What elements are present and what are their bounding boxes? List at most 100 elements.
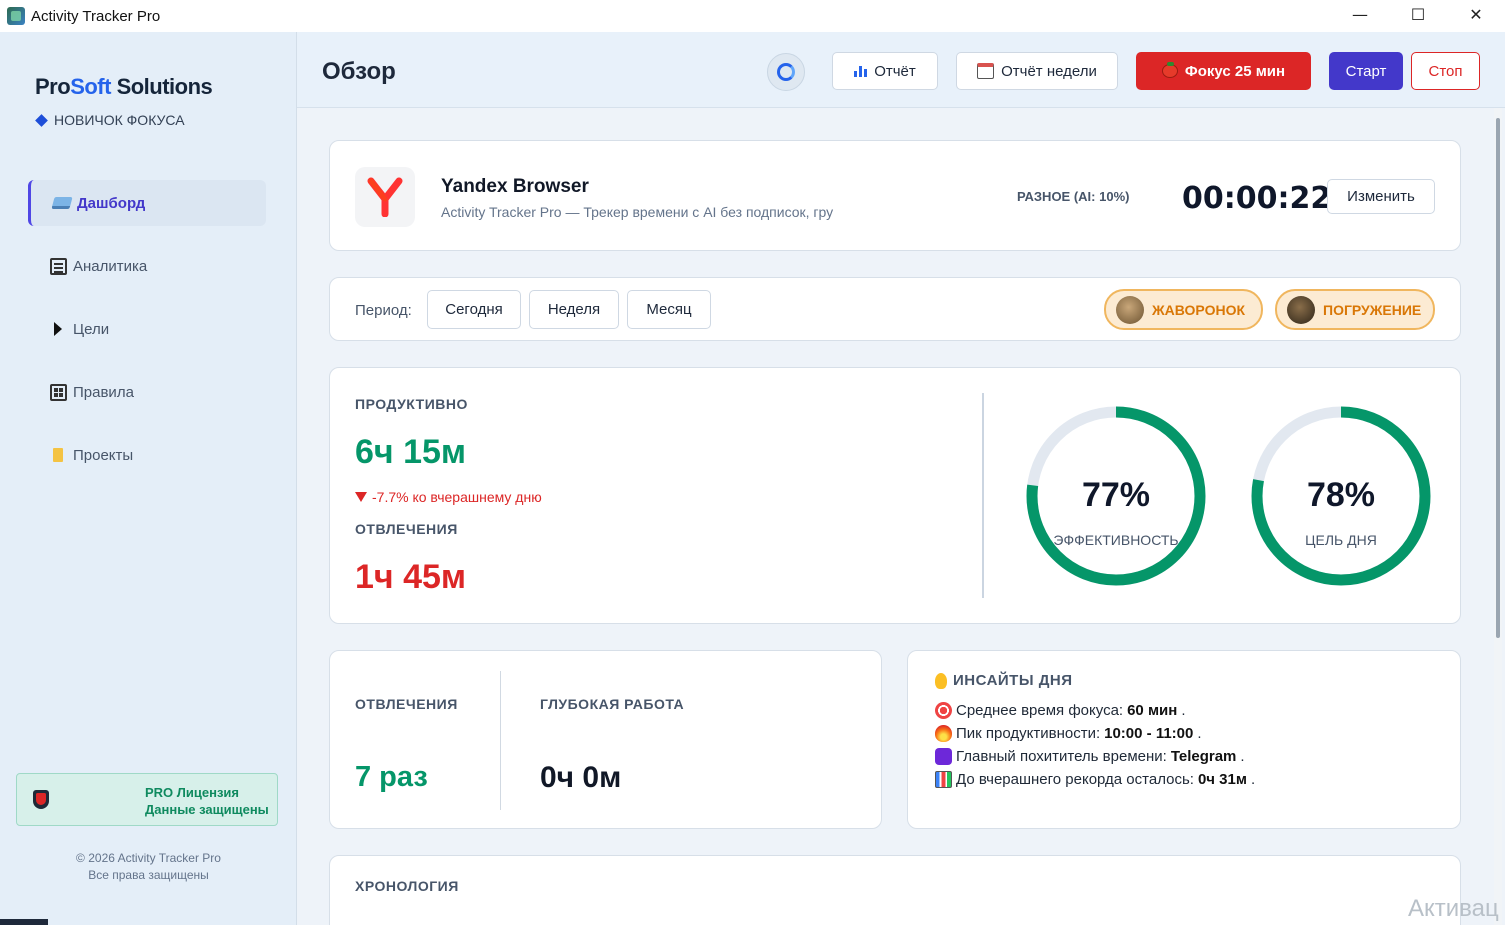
- period-label: Период:: [355, 302, 412, 319]
- goal-value: 78%: [1306, 476, 1376, 514]
- sidebar-item-goals[interactable]: Цели: [28, 306, 266, 352]
- insight-item: До вчерашнего рекорда осталось: 0ч 31м.: [935, 768, 1255, 791]
- session-timer: 00:00:22: [1182, 181, 1332, 216]
- laptop-icon: [51, 193, 73, 213]
- minimize-button[interactable]: —: [1331, 0, 1389, 28]
- sidebar-item-label: Правила: [73, 383, 134, 401]
- insight-end: .: [1250, 771, 1256, 788]
- maximize-button[interactable]: ☐: [1389, 0, 1447, 28]
- insight-value: 10:00 - 11:00: [1104, 725, 1194, 742]
- license-badge: PRO Лицензия Данные защищены: [16, 773, 278, 826]
- distractions-count-label: ОТВЛЕЧЕНИЯ: [355, 696, 458, 712]
- distraction-time-label: ОТВЛЕЧЕНИЯ: [355, 521, 458, 537]
- insight-text: Среднее время фокуса:: [956, 702, 1124, 719]
- stats-card: ПРОДУКТИВНО 6ч 15м -7.7% ко вчерашнему д…: [329, 367, 1461, 624]
- scrollbar-thumb[interactable]: [1496, 118, 1500, 638]
- insight-end: .: [1197, 725, 1202, 742]
- report-button[interactable]: Отчёт: [832, 52, 938, 90]
- insight-item: Главный похититель времени: Telegram.: [935, 745, 1255, 768]
- refresh-button[interactable]: [767, 53, 805, 91]
- insight-text: Пик продуктивности:: [956, 725, 1101, 742]
- target-icon: [935, 702, 952, 719]
- insight-item: Среднее время фокуса: 60 мин.: [935, 699, 1255, 722]
- delta-text: -7.7% ко вчерашнему дню: [372, 489, 542, 505]
- edit-button[interactable]: Изменить: [1327, 179, 1435, 214]
- insights-title: ИНСАЙТЫ ДНЯ: [935, 672, 1073, 689]
- efficiency-ring: 77% ЭФФЕКТИВНОСТЬ: [1024, 404, 1208, 588]
- grid-icon: [48, 382, 68, 402]
- timeline-card: ХРОНОЛОГИЯ: [329, 855, 1461, 925]
- distraction-time-value: 1ч 45м: [355, 558, 467, 596]
- brand-soft: Soft: [70, 74, 111, 99]
- immersion-badge[interactable]: ПОГРУЖЕНИЕ: [1275, 289, 1435, 330]
- sidebar-item-analytics[interactable]: Аналитика: [28, 243, 266, 289]
- rank-text: НОВИЧОК ФОКУСА: [54, 112, 185, 128]
- deep-work-value: 0ч 0м: [540, 761, 622, 794]
- copyright-line-1: © 2026 Activity Tracker Pro: [76, 851, 221, 865]
- sidebar-item-rules[interactable]: Правила: [28, 369, 266, 415]
- tomato-icon: [1161, 62, 1178, 78]
- app-category: РАЗНОЕ (AI: 10%): [1017, 189, 1130, 204]
- copyright-line-2: Все права защищены: [88, 868, 209, 882]
- sidebar-item-dashboard[interactable]: Дашборд: [28, 180, 266, 226]
- period-week-button[interactable]: Неделя: [529, 290, 619, 329]
- insights-card: ИНСАЙТЫ ДНЯ Среднее время фокуса: 60 мин…: [907, 650, 1461, 829]
- taskbar-edge: [0, 919, 48, 925]
- page-title: Обзор: [322, 58, 396, 85]
- stop-button[interactable]: Стоп: [1411, 52, 1480, 90]
- counts-card: ОТВЛЕЧЕНИЯ 7 раз ГЛУБОКАЯ РАБОТА 0ч 0м: [329, 650, 882, 829]
- lark-badge[interactable]: ЖАВОРОНОК: [1104, 289, 1263, 330]
- scrollbar[interactable]: [1494, 108, 1502, 925]
- window-controls: — ☐ ✕: [1331, 0, 1505, 32]
- delta-indicator: -7.7% ко вчерашнему дню: [355, 489, 542, 505]
- diamond-icon: [35, 113, 48, 127]
- divider: [982, 393, 984, 598]
- sidebar: ProSoft Solutions НОВИЧОК ФОКУСА Дашборд…: [0, 32, 297, 925]
- insight-value: 0ч 31м: [1197, 771, 1247, 788]
- triangle-icon: [48, 319, 68, 339]
- insight-value: Telegram: [1170, 748, 1237, 765]
- brand-pro: Pro: [35, 74, 71, 99]
- report-label: Отчёт: [874, 62, 916, 80]
- period-month-button[interactable]: Месяц: [627, 290, 711, 329]
- close-button[interactable]: ✕: [1447, 0, 1505, 28]
- timeline-title: ХРОНОЛОГИЯ: [355, 878, 459, 894]
- activation-watermark: Активац: [1408, 895, 1499, 922]
- productive-value: 6ч 15м: [355, 433, 467, 471]
- insight-item: Пик продуктивности: 10:00 - 11:00.: [935, 722, 1255, 745]
- sidebar-item-label: Дашборд: [77, 194, 146, 212]
- lark-badge-label: ЖАВОРОНОК: [1152, 301, 1246, 318]
- deep-work-label: ГЛУБОКАЯ РАБОТА: [540, 696, 685, 712]
- goal-label: ЦЕЛЬ ДНЯ: [1305, 532, 1377, 548]
- refresh-icon: [777, 63, 795, 81]
- rank-label: НОВИЧОК ФОКУСА: [35, 112, 185, 128]
- calendar-icon: [977, 63, 995, 79]
- sidebar-item-label: Аналитика: [73, 257, 148, 275]
- productive-label: ПРОДУКТИВНО: [355, 396, 468, 412]
- insights-list: Среднее время фокуса: 60 мин. Пик продук…: [935, 699, 1255, 791]
- license-line-1: PRO Лицензия: [145, 785, 240, 800]
- app-description: Activity Tracker Pro — Трекер времени с …: [441, 204, 834, 220]
- focus-label: Фокус 25 мин: [1184, 62, 1286, 80]
- insight-end: .: [1181, 702, 1186, 719]
- efficiency-label: ЭФФЕКТИВНОСТЬ: [1053, 532, 1179, 548]
- brand-rest: Solutions: [110, 74, 213, 99]
- immersion-badge-label: ПОГРУЖЕНИЕ: [1323, 301, 1422, 318]
- goal-ring: 78% ЦЕЛЬ ДНЯ: [1249, 404, 1433, 588]
- focus-button[interactable]: Фокус 25 мин: [1136, 52, 1311, 90]
- current-app-card: Yandex Browser Activity Tracker Pro — Тр…: [329, 140, 1461, 251]
- sidebar-item-projects[interactable]: Проекты: [28, 432, 266, 478]
- bar-chart-icon: [935, 771, 952, 788]
- insight-text: Главный похититель времени:: [956, 748, 1167, 765]
- shield-icon: [33, 790, 49, 809]
- distractions-count-value: 7 раз: [355, 761, 428, 793]
- alien-monster-icon: [935, 748, 952, 765]
- fire-icon: [935, 725, 952, 742]
- start-button[interactable]: Старт: [1329, 52, 1403, 90]
- week-report-button[interactable]: Отчёт недели: [956, 52, 1118, 90]
- lark-avatar-icon: [1116, 295, 1144, 324]
- efficiency-value: 77%: [1081, 476, 1151, 514]
- brand-logo: ProSoft Solutions: [35, 74, 213, 100]
- license-text: PRO Лицензия Данные защищены: [145, 784, 269, 818]
- period-today-button[interactable]: Сегодня: [427, 290, 521, 329]
